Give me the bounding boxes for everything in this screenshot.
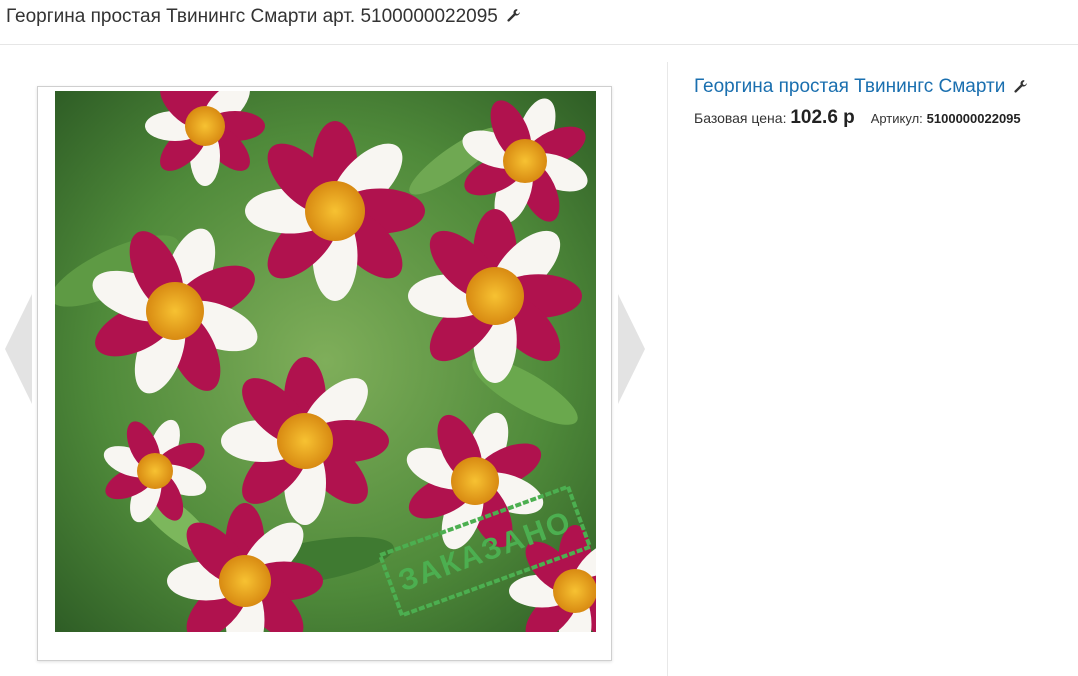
base-price-value: 102.6 р — [790, 107, 855, 128]
wrench-icon[interactable] — [506, 8, 521, 23]
product-info: Георгина простая Твинингс Смарти Базовая… — [694, 74, 1074, 130]
column-divider — [667, 62, 668, 676]
page-title-text: Георгина простая Твинингс Смарти арт. 51… — [6, 6, 498, 27]
article-label: Артикул: — [870, 111, 923, 126]
product-image-frame: ЗАКАЗАНО — [37, 86, 612, 661]
price-row: Базовая цена: 102.6 р Артикул: 510000002… — [694, 107, 1074, 130]
product-photo[interactable]: ЗАКАЗАНО — [55, 91, 596, 632]
product-name-row: Георгина простая Твинингс Смарти — [694, 74, 1074, 100]
product-gallery: ЗАКАЗАНО — [0, 46, 668, 676]
chevron-left-icon[interactable] — [5, 294, 33, 404]
product-name-link[interactable]: Георгина простая Твинингс Смарти — [694, 76, 1005, 97]
wrench-icon[interactable] — [1013, 79, 1028, 94]
page-header: Георгина простая Твинингс Смарти арт. 51… — [0, 0, 1078, 45]
product-page: Георгина простая Твинингс Смарти арт. 51… — [0, 0, 1078, 676]
article-value: 5100000022095 — [926, 111, 1021, 126]
chevron-right-icon[interactable] — [617, 294, 645, 404]
base-price-label: Базовая цена: — [694, 110, 787, 126]
page-title: Георгина простая Твинингс Смарти арт. 51… — [6, 5, 521, 29]
